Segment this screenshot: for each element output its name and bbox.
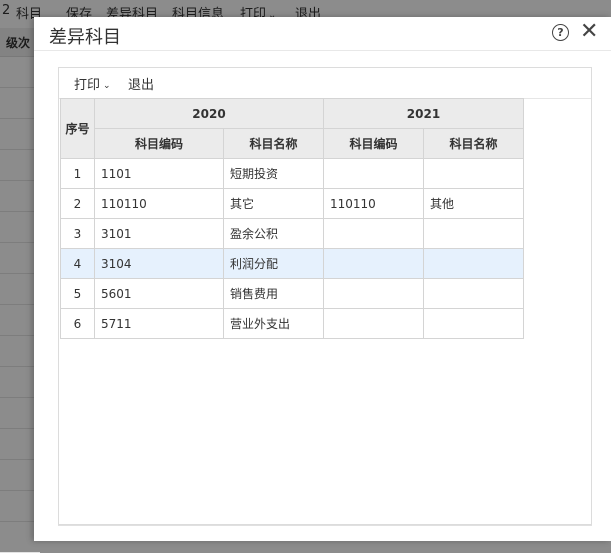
row-index: 1 (60, 158, 95, 189)
print-button-label: 打印 (74, 78, 101, 93)
cell-name-2021 (423, 158, 524, 189)
diff-subjects-dialog: 差异科目 ? ✕ 打印 ⌄ 退出 序号 2020 2021 科目编码 科目名称 … (34, 17, 611, 541)
header-code-2021: 科目编码 (323, 128, 424, 159)
cell-code-2021 (323, 158, 424, 189)
header-code-2020: 科目编码 (94, 128, 224, 159)
print-button[interactable]: 打印 ⌄ (74, 74, 111, 93)
cell-name-2020: 营业外支出 (223, 308, 324, 339)
row-index: 2 (60, 188, 95, 219)
toolbar: 打印 ⌄ 退出 (59, 68, 591, 99)
cell-code-2020: 5601 (94, 278, 224, 309)
cell-name-2020: 盈余公积 (223, 218, 324, 249)
cell-code-2021 (323, 248, 424, 279)
row-index: 3 (60, 218, 95, 249)
table-row[interactable]: 2 110110 其它 110110 其他 (60, 188, 524, 219)
cell-code-2020: 110110 (94, 188, 224, 219)
table-row[interactable]: 6 5711 营业外支出 (60, 308, 524, 339)
cell-name-2020: 利润分配 (223, 248, 324, 279)
cell-name-2021 (423, 308, 524, 339)
chevron-down-icon: ⌄ (103, 81, 111, 91)
header-name-2021: 科目名称 (423, 128, 524, 159)
cell-code-2021 (323, 218, 424, 249)
diff-subjects-table: 序号 2020 2021 科目编码 科目名称 科目编码 科目名称 1 1101 … (60, 98, 524, 339)
row-index: 5 (60, 278, 95, 309)
exit-button[interactable]: 退出 (128, 74, 154, 93)
table-row[interactable]: 1 1101 短期投资 (60, 158, 524, 189)
header-name-2020: 科目名称 (223, 128, 324, 159)
cell-name-2021 (423, 278, 524, 309)
header-index: 序号 (60, 98, 95, 159)
title-divider (34, 50, 611, 51)
dialog-title: 差异科目 (49, 27, 121, 48)
cell-code-2020: 3101 (94, 218, 224, 249)
dialog-footer-divider (58, 525, 592, 526)
cell-code-2021: 110110 (323, 188, 424, 219)
row-index: 6 (60, 308, 95, 339)
cell-name-2021: 其他 (423, 188, 524, 219)
content-frame: 打印 ⌄ 退出 序号 2020 2021 科目编码 科目名称 科目编码 科目名称… (58, 67, 592, 525)
cell-code-2020: 3104 (94, 248, 224, 279)
cell-name-2020: 其它 (223, 188, 324, 219)
cell-code-2021 (323, 278, 424, 309)
cell-name-2020: 销售费用 (223, 278, 324, 309)
table-row[interactable]: 3 3101 盈余公积 (60, 218, 524, 249)
cell-code-2020: 5711 (94, 308, 224, 339)
cell-name-2021 (423, 218, 524, 249)
header-year-2021: 2021 (323, 98, 524, 129)
close-icon[interactable]: ✕ (580, 20, 598, 44)
cell-code-2021 (323, 308, 424, 339)
table-row[interactable]: 5 5601 销售费用 (60, 278, 524, 309)
cell-code-2020: 1101 (94, 158, 224, 189)
table-row-selected[interactable]: 4 3104 利润分配 (60, 248, 524, 279)
cell-name-2021 (423, 248, 524, 279)
header-year-2020: 2020 (94, 98, 324, 129)
row-index: 4 (60, 248, 95, 279)
help-icon[interactable]: ? (552, 24, 569, 41)
cell-name-2020: 短期投资 (223, 158, 324, 189)
